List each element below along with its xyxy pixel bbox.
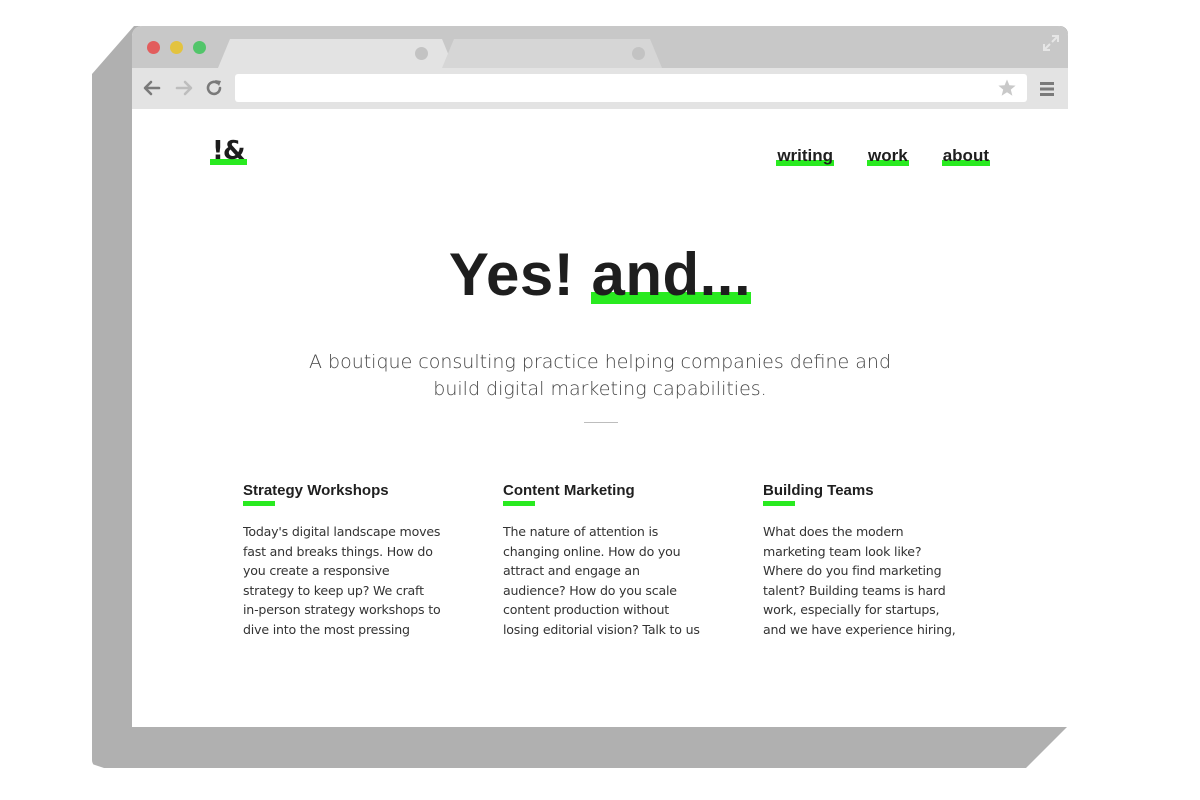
feature-title: Building Teams: [763, 482, 874, 499]
hero-title: Yes! and...: [132, 239, 1068, 311]
feature-text: What does the modern marketing team look…: [763, 524, 956, 637]
star-icon[interactable]: [997, 78, 1017, 98]
feature-content-marketing: Content Marketing The nature of attentio…: [503, 482, 703, 639]
feature-accent-bar: [243, 501, 275, 506]
feature-text: The nature of attention is changing onli…: [503, 524, 700, 637]
feature-title: Content Marketing: [503, 482, 635, 499]
hero-title-highlight: and...: [591, 241, 752, 308]
hero-title-part-1: Yes!: [448, 241, 592, 308]
tab-shape: [442, 39, 662, 68]
web-page: !& writing work about Yes! and... A bout…: [132, 109, 1068, 727]
feature-accent-bar: [763, 501, 795, 506]
feature-title: Strategy Workshops: [243, 482, 389, 499]
tab-bar: [132, 26, 1068, 68]
section-divider: [584, 422, 618, 423]
hero-subtitle: A boutique consulting practice helping c…: [308, 351, 892, 400]
back-arrow-icon[interactable]: [142, 78, 162, 98]
site-logo[interactable]: !&: [210, 137, 247, 165]
close-window-button[interactable]: [147, 41, 160, 54]
tab-close-icon[interactable]: [415, 47, 428, 60]
stage: !& writing work about Yes! and... A bout…: [0, 0, 1200, 800]
address-bar[interactable]: [235, 74, 1027, 102]
features-section: Strategy Workshops Today's digital lands…: [243, 482, 963, 642]
tab-inactive[interactable]: [442, 39, 662, 68]
tab-active[interactable]: [218, 39, 454, 68]
feature-building-teams: Building Teams What does the modern mark…: [763, 482, 963, 639]
nav-link-writing[interactable]: writing: [776, 146, 835, 166]
tab-close-icon[interactable]: [632, 47, 645, 60]
minimize-window-button[interactable]: [170, 41, 183, 54]
hamburger-menu-icon[interactable]: [1038, 80, 1056, 98]
feature-accent-bar: [503, 501, 535, 506]
maximize-window-button[interactable]: [193, 41, 206, 54]
feature-strategy-workshops: Strategy Workshops Today's digital lands…: [243, 482, 443, 642]
forward-arrow-icon[interactable]: [174, 78, 194, 98]
feature-text: Today's digital landscape moves fast and…: [243, 524, 441, 642]
reload-icon[interactable]: [204, 78, 224, 98]
nav-link-work[interactable]: work: [867, 146, 909, 166]
nav-link-about[interactable]: about: [941, 146, 990, 166]
site-nav: writing work about: [776, 146, 990, 166]
browser-toolbar: [132, 68, 1068, 109]
browser-window: !& writing work about Yes! and... A bout…: [132, 26, 1068, 727]
expand-icon[interactable]: [1042, 34, 1060, 52]
